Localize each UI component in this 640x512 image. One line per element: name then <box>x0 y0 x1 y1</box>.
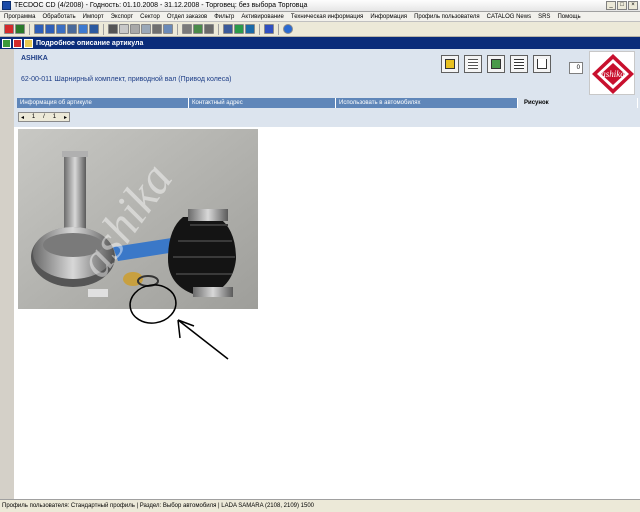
menu-sector[interactable]: Сектор <box>140 14 160 20</box>
tab-picture[interactable]: Рисунок <box>518 98 638 108</box>
menu-bar: Программа Обработать Импорт Экспорт Сект… <box>0 12 640 22</box>
document-icon[interactable] <box>234 24 244 34</box>
app-icon <box>2 1 11 10</box>
truck-icon[interactable] <box>45 24 55 34</box>
menu-orders[interactable]: Отдел заказов <box>167 14 207 20</box>
menu-help[interactable]: Помощь <box>557 14 580 20</box>
tab-bar: Информация об артикуле Контактный адрес … <box>14 97 640 109</box>
print-icon[interactable] <box>264 24 274 34</box>
menu-info[interactable]: Информация <box>370 14 407 20</box>
menu-catalog-news[interactable]: CATALOG News <box>487 14 531 20</box>
red-diamond-icon[interactable] <box>4 24 14 34</box>
panel-header: Подробное описание артикула <box>0 37 640 49</box>
left-strip <box>0 37 14 499</box>
logo-text: ashika <box>601 69 625 79</box>
maximize-button[interactable]: □ <box>617 1 627 10</box>
tools-icon[interactable] <box>141 24 151 34</box>
article-description: 62-00-011 Шарнирный комплект, приводной … <box>21 76 232 83</box>
tab-article-info[interactable]: Информация об артикуле <box>17 98 189 108</box>
pager-row: ◂ 1 / 1 ▸ <box>14 109 640 127</box>
axle-icon[interactable] <box>56 24 66 34</box>
title-bar: TECDOC CD (4/2008) - Годность: 01.10.200… <box>0 0 640 12</box>
tab-contact-address[interactable]: Контактный адрес <box>189 98 336 108</box>
total-pages: 1 <box>52 114 57 120</box>
wrench-icon[interactable] <box>130 24 140 34</box>
search-icon[interactable] <box>78 24 88 34</box>
page-separator: / <box>43 114 45 120</box>
menu-export[interactable]: Экспорт <box>111 14 134 20</box>
documents-button[interactable] <box>487 55 505 73</box>
details-icon <box>514 59 524 69</box>
image-icon[interactable] <box>163 24 173 34</box>
engine-icon[interactable] <box>67 24 77 34</box>
toolbar <box>0 22 640 37</box>
info-icon <box>445 59 455 69</box>
list-icon[interactable] <box>89 24 99 34</box>
supplier-name: ASHIKA <box>21 55 48 62</box>
help-icon[interactable] <box>283 24 293 34</box>
supplier-info-button[interactable] <box>441 55 459 73</box>
document-icon <box>491 59 501 69</box>
edit-icon[interactable] <box>182 24 192 34</box>
stop-icon[interactable] <box>108 24 118 34</box>
next-page-button[interactable]: ▸ <box>64 114 67 121</box>
window-title: TECDOC CD (4/2008) - Годность: 01.10.200… <box>14 2 308 9</box>
tab-vehicle-usage[interactable]: Использовать в автомобилях <box>336 98 518 108</box>
article-header: ASHIKA 62-00-011 Шарнирный комплект, при… <box>14 49 640 97</box>
menu-tech-info[interactable]: Техническая информация <box>291 14 363 20</box>
panel-title: Подробное описание артикула <box>36 39 144 47</box>
minimize-button[interactable]: _ <box>606 1 616 10</box>
menu-process[interactable]: Обработать <box>42 14 75 20</box>
panel-doc-icon[interactable] <box>24 38 33 48</box>
ashika-logo: ashika <box>589 51 635 95</box>
clock-icon[interactable] <box>119 24 129 34</box>
menu-srs[interactable]: SRS <box>538 14 550 20</box>
cart-button[interactable] <box>533 55 551 73</box>
menu-activation[interactable]: Активирование <box>241 14 283 20</box>
menu-user-profile[interactable]: Профиль пользователя <box>414 14 480 20</box>
panel-play-icon[interactable] <box>2 38 11 48</box>
car-icon[interactable] <box>34 24 44 34</box>
cart-icon <box>537 59 547 69</box>
current-page: 1 <box>31 114 36 120</box>
status-bar: Профиль пользователя: Стандартный профил… <box>0 499 640 512</box>
list-icon <box>468 59 478 69</box>
annotation-overlay <box>129 284 229 360</box>
chart-icon[interactable] <box>193 24 203 34</box>
menu-program[interactable]: Программа <box>4 14 35 20</box>
cart-icon[interactable] <box>223 24 233 34</box>
close-button[interactable]: × <box>628 1 638 10</box>
menu-import[interactable]: Импорт <box>83 14 104 20</box>
menu-filter[interactable]: Фильтр <box>214 14 234 20</box>
camera-icon[interactable] <box>152 24 162 34</box>
panel-diamond-icon[interactable] <box>13 38 22 48</box>
globe-icon[interactable] <box>245 24 255 34</box>
table-icon[interactable] <box>204 24 214 34</box>
image-pager: ◂ 1 / 1 ▸ <box>18 112 70 122</box>
content-area: ashika <box>14 127 640 499</box>
details-button[interactable] <box>510 55 528 73</box>
prev-page-button[interactable]: ◂ <box>21 114 24 121</box>
cart-count: 0 <box>569 62 583 74</box>
forward-pause-icon[interactable] <box>15 24 25 34</box>
article-list-button[interactable] <box>464 55 482 73</box>
